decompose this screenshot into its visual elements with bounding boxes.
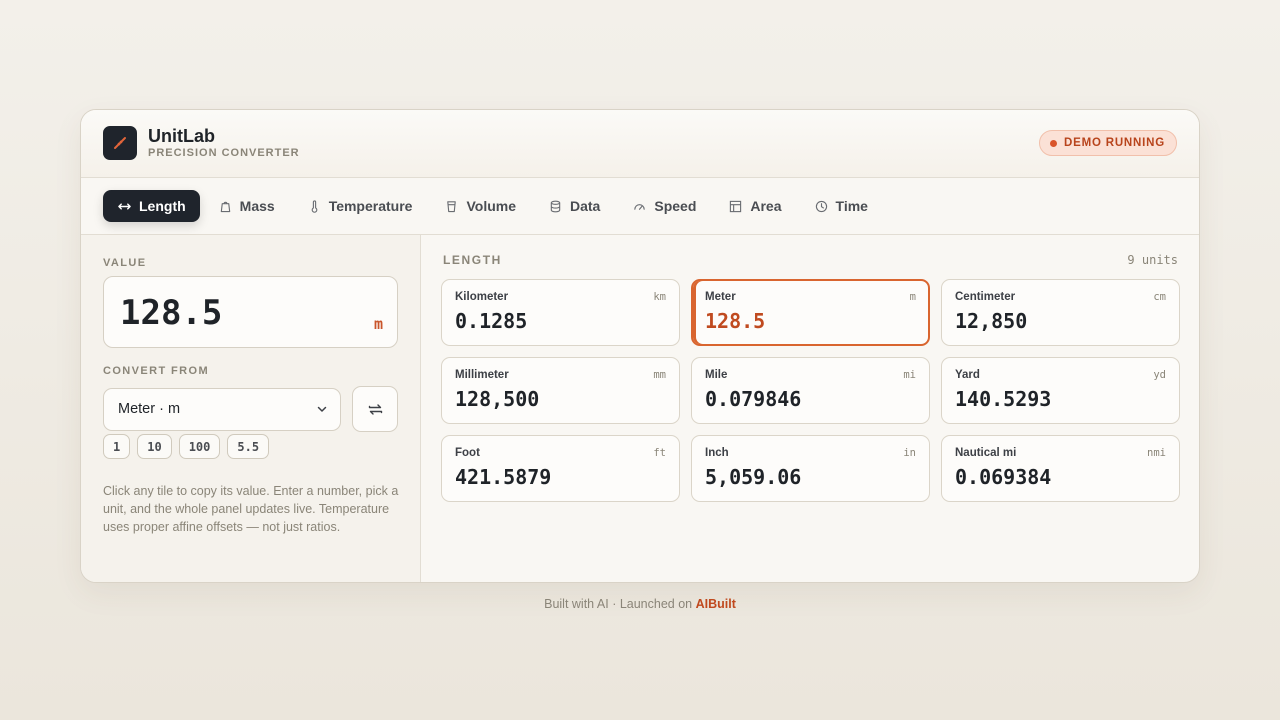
tab-data[interactable]: Data [534,190,614,222]
tile-value: 12,850 [955,309,1028,333]
status-dot-icon [1050,139,1058,147]
tile-name: Foot [455,447,480,459]
tile-value: 0.069384 [955,465,1052,489]
status-badge-label: DEMO RUNNING [1064,137,1165,149]
tile-abbr: mm [653,369,666,381]
tile-abbr: in [903,447,916,459]
tab-label: Length [139,198,186,214]
tile-abbr: km [653,291,666,303]
tile-value: 0.1285 [455,309,528,333]
tab-label: Mass [239,198,275,214]
preset-chips: 1 10 100 5.5 [103,434,398,459]
gauge-icon [634,203,646,210]
tile-abbr: yd [1153,369,1166,381]
tab-length[interactable]: Length [103,190,200,222]
unit-tile-mile[interactable]: Mile mi 0.079846 [691,357,930,424]
tab-area[interactable]: Area [714,190,795,222]
unit-tile-centimeter[interactable]: Centimeter cm 12,850 [941,279,1180,346]
tile-value: 140.5293 [955,387,1052,411]
unit-tile-meter[interactable]: Meter m 128.5 [691,279,930,346]
units-count: 9 units [1127,253,1178,267]
tile-value: 421.5879 [455,465,552,489]
footer: Built with AI · Launched on AIBuilt [0,597,1280,611]
tile-value: 128.5 [705,309,766,333]
unit-tile-yard[interactable]: Yard yd 140.5293 [941,357,1180,424]
tile-abbr: m [909,291,916,303]
tile-name: Nautical mi [955,447,1017,459]
tab-speed[interactable]: Speed [618,190,710,222]
chevron-down-icon [317,406,327,412]
tile-value: 128,500 [455,387,540,411]
tile-name: Mile [705,369,728,381]
tile-abbr: nmi [1147,447,1166,459]
results-title: LENGTH [443,253,502,267]
converter-card: UnitLab PRECISION CONVERTER DEMO RUNNING… [80,109,1200,583]
unit-select-value: Meter · m [118,401,181,417]
app-header: UnitLab PRECISION CONVERTER DEMO RUNNING [81,110,1199,178]
category-tabs: Length Mass Temperature Volume Data Spee… [81,178,1199,235]
unit-tile-kilometer[interactable]: Kilometer km 0.1285 [441,279,680,346]
preset-chip[interactable]: 100 [178,434,221,459]
weight-icon [220,201,230,212]
tab-temperature[interactable]: Temperature [293,190,427,222]
app-name: UnitLab [148,126,215,146]
tile-value: 0.079846 [705,387,802,411]
tile-name: Inch [705,447,729,459]
clock-icon [815,200,827,212]
tab-label: Data [570,198,601,214]
value-label: VALUE [103,257,147,269]
tile-abbr: mi [903,369,916,381]
results-panel: LENGTH 9 units Kilometer km 0.1285 Meter… [421,235,1199,582]
tab-label: Speed [654,198,697,214]
swap-button[interactable] [352,386,398,432]
value-unit: m [373,315,383,333]
tile-name: Yard [955,369,980,381]
tab-volume[interactable]: Volume [430,190,530,222]
tab-time[interactable]: Time [800,190,882,222]
value-input-text: 128.5 [120,293,223,333]
convert-from-label: CONVERT FROM [103,365,210,377]
unit-tile-millimeter[interactable]: Millimeter mm 128,500 [441,357,680,424]
tile-abbr: ft [653,447,666,459]
preset-chip[interactable]: 10 [137,434,172,459]
tile-value: 5,059.06 [705,465,802,489]
input-panel: VALUE 128.5 m CONVERT FROM Meter · m 1 1… [81,235,421,582]
tab-label: Time [835,198,868,214]
database-icon [550,200,561,212]
footer-text: Built with AI · Launched on [544,597,696,611]
footer-link[interactable]: AIBuilt [696,597,736,611]
results-grid: Kilometer km 0.1285 Meter m 128.5 Centim… [441,279,1180,502]
tab-mass[interactable]: Mass [204,190,289,222]
tile-name: Meter [705,291,736,303]
tab-label: Temperature [328,198,413,214]
unit-tile-inch[interactable]: Inch in 5,059.06 [691,435,930,502]
cup-icon [447,200,457,212]
preset-chip[interactable]: 5.5 [227,434,270,459]
grid-icon [730,200,742,212]
unit-tile-foot[interactable]: Foot ft 421.5879 [441,435,680,502]
value-input[interactable]: 128.5 m [103,276,398,348]
help-text: Click any tile to copy its value. Enter … [103,484,399,534]
unit-tile-nautical-mile[interactable]: Nautical mi nmi 0.069384 [941,435,1180,502]
tile-abbr: cm [1153,291,1166,303]
preset-chip[interactable]: 1 [103,434,131,459]
tile-name: Millimeter [455,369,509,381]
tab-label: Area [750,198,782,214]
arrows-horizontal-icon [118,202,131,210]
tile-name: Kilometer [455,291,509,303]
tile-name: Centimeter [955,291,1016,303]
swap-icon [368,403,382,415]
status-badge: DEMO RUNNING [1039,130,1177,156]
tab-label: Volume [466,198,516,214]
app-subtitle: PRECISION CONVERTER [148,147,300,159]
unit-select[interactable]: Meter · m [103,387,342,431]
thermometer-icon [311,199,318,213]
ruler-icon [103,126,137,160]
